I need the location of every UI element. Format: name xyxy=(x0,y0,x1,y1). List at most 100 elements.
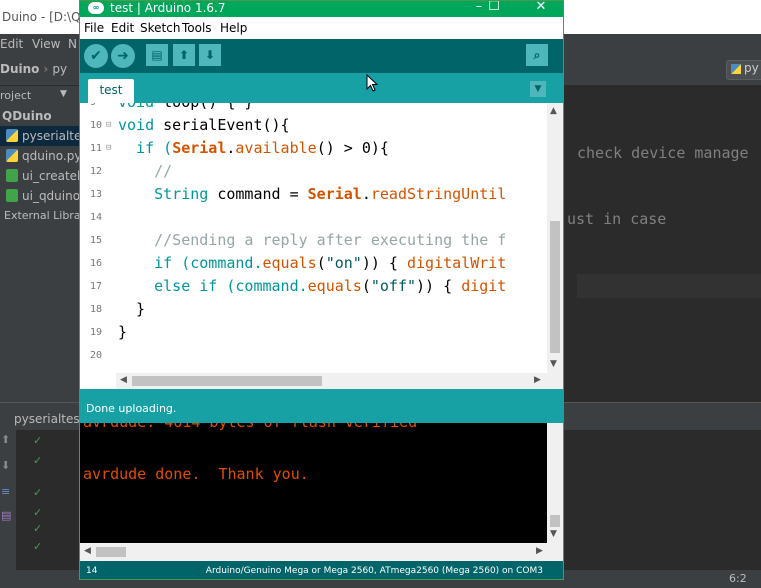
close-button[interactable]: ✕ xyxy=(526,1,556,15)
fold-icon[interactable]: ⊟ xyxy=(106,120,111,130)
project-panel-header[interactable]: roject ▼ xyxy=(0,86,80,106)
ide-menu-edit[interactable]: Edit xyxy=(0,37,23,51)
mouse-pointer-icon xyxy=(366,74,378,92)
ide-editor-tab[interactable]: py xyxy=(726,60,761,80)
menu-help[interactable]: Help xyxy=(220,21,247,35)
code-editor[interactable]: 9 10⊟ 11⊟ 12 13 14 15 16 17 18 19 20 voi… xyxy=(80,103,563,389)
open-button[interactable]: ⬆ xyxy=(173,44,195,66)
ide-menu-view[interactable]: View xyxy=(32,37,60,51)
new-file-icon: ▤ xyxy=(151,48,163,62)
tab-test[interactable]: test xyxy=(88,79,134,103)
fold-icon[interactable]: ⊟ xyxy=(106,143,111,153)
python-file-icon xyxy=(731,63,741,74)
new-button[interactable]: ▤ xyxy=(146,44,168,66)
code-line: void serialEvent(){ xyxy=(118,116,290,134)
scrollbar-thumb[interactable] xyxy=(132,376,322,386)
ide-code-line: check device manage xyxy=(577,144,749,162)
scroll-down-icon[interactable]: ▼ xyxy=(550,359,557,369)
run-panel-toolbar: ⬆ ⬇ ≡ ▤ xyxy=(0,430,16,570)
scroll-left-icon[interactable]: ◀ xyxy=(84,546,91,556)
sketch-tabbar: test ▼ xyxy=(80,73,563,103)
editor-horizontal-scrollbar[interactable]: ◀ ▶ xyxy=(116,373,563,389)
ide-code-editor[interactable]: check device manage ust in case xyxy=(563,106,761,402)
project-panel-title: roject xyxy=(0,89,32,102)
scroll-right-icon[interactable]: ▶ xyxy=(534,375,541,385)
menu-edit[interactable]: Edit xyxy=(111,21,134,35)
verify-button[interactable]: ✔ xyxy=(84,44,108,68)
caret-down-icon[interactable]: ▼ xyxy=(60,89,67,99)
scrollbar-thumb[interactable] xyxy=(550,515,560,527)
arrow-down-icon: ⬇ xyxy=(204,48,216,62)
scrollbar-thumb[interactable] xyxy=(550,221,560,353)
upload-button[interactable]: ➜ xyxy=(111,44,135,68)
arrow-down-icon[interactable]: ⬇ xyxy=(1,460,13,472)
console-line: avrdude done. Thank you. xyxy=(83,465,309,483)
scrollbar-thumb[interactable] xyxy=(96,547,126,557)
code-line: else if (command.equals("off")) { digit xyxy=(118,277,507,295)
qt-file-icon xyxy=(6,169,18,182)
tree-item-label: ui_createb xyxy=(22,169,80,183)
check-icon: ✓ xyxy=(33,522,43,535)
scroll-left-icon[interactable]: ◀ xyxy=(120,375,127,385)
code-line: void loop() { } xyxy=(118,103,253,111)
tree-item-external-libraries[interactable]: External Librar xyxy=(0,206,80,226)
code-line: } xyxy=(118,323,128,341)
code-line: if (command.equals("on")) { digitalWrit xyxy=(118,254,507,272)
arduino-menubar: File Edit Sketch Tools Help xyxy=(80,17,563,39)
editor-vertical-scrollbar[interactable]: ▲ ▼ xyxy=(547,103,563,373)
arrow-up-icon: ⬆ xyxy=(178,48,190,62)
arduino-window: ∞ test | Arduino 1.6.7 – ☐ ✕ File Edit S… xyxy=(79,0,564,580)
console-line: avrdude: 4614 bytes of flash verified xyxy=(83,423,417,431)
serial-monitor-button[interactable]: ⌕ xyxy=(526,44,548,66)
save-button[interactable]: ⬇ xyxy=(199,44,221,66)
tree-item-label: qduino.py xyxy=(22,149,80,163)
arduino-toolbar: ✔ ➜ ▤ ⬆ ⬇ ⌕ xyxy=(80,39,563,73)
console-vertical-scrollbar[interactable]: ▼ xyxy=(547,423,563,543)
project-tree: QDuino pyserialtest qduino.py ui_createb… xyxy=(0,106,80,402)
tab-menu-button[interactable]: ▼ xyxy=(530,81,546,97)
console-horizontal-scrollbar[interactable]: ◀ ▶ xyxy=(80,543,563,561)
status-message: Done uploading. xyxy=(86,402,177,415)
soft-wrap-icon[interactable]: ≡ xyxy=(1,486,13,498)
check-icon: ✓ xyxy=(33,506,43,519)
message-bar: Done uploading. xyxy=(80,389,563,423)
menu-sketch[interactable]: Sketch xyxy=(140,21,180,35)
tree-item-label: pyserialtest xyxy=(22,129,80,143)
checkmark-icon: ✔ xyxy=(90,48,102,64)
tree-item-label: External Librar xyxy=(4,209,80,222)
ide-title: Duino - [D:\QD xyxy=(2,10,90,24)
run-tab-label[interactable]: pyserialtest xyxy=(14,412,84,426)
code-line: String command = Serial.readStringUntil xyxy=(118,185,507,203)
arduino-titlebar[interactable]: ∞ test | Arduino 1.6.7 – ☐ ✕ xyxy=(80,1,563,17)
scroll-up-icon[interactable]: ▲ xyxy=(550,106,557,116)
maximize-button[interactable]: ☐ xyxy=(479,1,509,15)
tree-item-label: QDuino xyxy=(2,109,52,123)
output-console[interactable]: avrdude: 4614 bytes of flash verified av… xyxy=(80,423,563,561)
python-file-icon xyxy=(6,149,18,162)
tree-item-qduino-py[interactable]: qduino.py xyxy=(0,146,80,166)
print-icon[interactable]: ▤ xyxy=(1,510,13,522)
cursor-position[interactable]: 6:2 xyxy=(729,572,747,585)
tree-item-label: ui_qduino. xyxy=(22,189,80,203)
code-line: // xyxy=(118,162,173,180)
ide-menu-navigate[interactable]: N xyxy=(68,37,77,51)
ide-editor-tab-label: py xyxy=(744,61,759,75)
scroll-down-icon[interactable]: ▼ xyxy=(550,529,557,539)
code-line: } xyxy=(118,300,146,318)
menu-file[interactable]: File xyxy=(84,21,104,35)
arrow-right-icon: ➜ xyxy=(117,48,129,64)
triangle-down-icon: ▼ xyxy=(534,84,542,94)
breadcrumb-file[interactable]: py xyxy=(52,62,67,76)
scroll-right-icon[interactable]: ▶ xyxy=(536,546,543,556)
code-line: //Sending a reply after executing the f xyxy=(118,231,507,249)
arrow-up-icon[interactable]: ⬆ xyxy=(1,434,13,446)
arduino-logo-icon: ∞ xyxy=(88,2,104,14)
menu-tools[interactable]: Tools xyxy=(182,21,212,35)
breadcrumb-project[interactable]: Duino xyxy=(0,62,39,76)
tree-item-pyserialtest[interactable]: pyserialtest xyxy=(0,126,80,146)
tree-item-ui-createb[interactable]: ui_createb xyxy=(0,166,80,186)
line-number-indicator: 14 xyxy=(86,566,98,576)
tree-item-qduino[interactable]: QDuino xyxy=(0,106,80,126)
current-line-highlight xyxy=(577,274,761,298)
tree-item-ui-qduino[interactable]: ui_qduino. xyxy=(0,186,80,206)
